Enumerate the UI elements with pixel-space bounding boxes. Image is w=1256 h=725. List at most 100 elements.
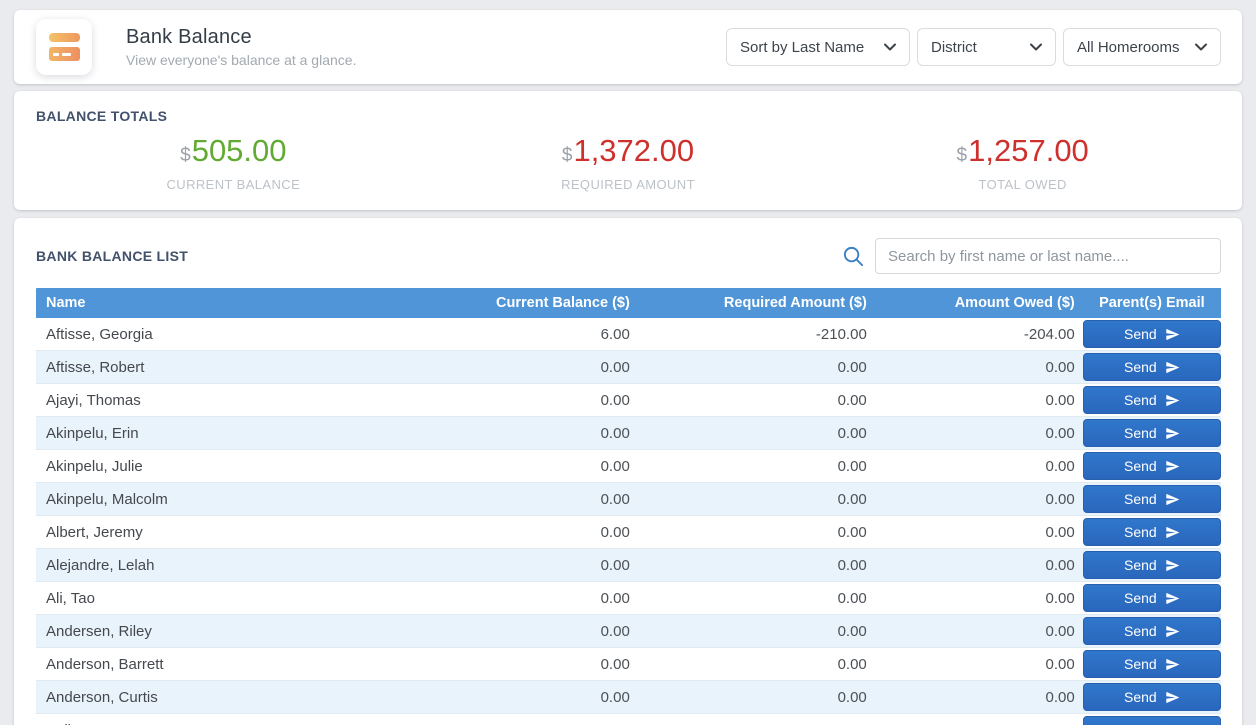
balance-totals-heading: BALANCE TOTALS — [36, 108, 1220, 124]
table-row: Ajayi, Thomas 0.00 0.00 0.00 Send — [36, 384, 1221, 417]
bank-balance-table: Name Current Balance ($) Required Amount… — [36, 288, 1221, 725]
paper-plane-icon — [1165, 393, 1180, 408]
stat-label: REQUIRED AMOUNT — [431, 177, 826, 192]
amount-owed-value: 0.00 — [875, 483, 1083, 516]
search-input[interactable] — [875, 238, 1221, 274]
stat-amount: $1,257.00 — [825, 133, 1220, 174]
send-email-button[interactable]: Send — [1083, 485, 1221, 513]
send-button-label: Send — [1124, 656, 1157, 672]
column-header-parents-email: Parent(s) Email — [1083, 288, 1221, 318]
stat-number: 1,372.00 — [573, 133, 694, 168]
required-amount-value: 0.00 — [638, 681, 875, 714]
amount-owed-value: -204.00 — [875, 318, 1083, 351]
send-button-label: Send — [1124, 524, 1157, 540]
stat-amount: $505.00 — [36, 133, 431, 174]
list-toolbar: BANK BALANCE LIST — [36, 238, 1221, 274]
send-email-button[interactable]: Send — [1083, 683, 1221, 711]
current-balance-value: 0.00 — [468, 549, 638, 582]
send-email-cell: Send — [1083, 483, 1221, 516]
paper-plane-icon — [1165, 492, 1180, 507]
chevron-down-icon — [1195, 43, 1207, 51]
student-name: Anderson, Barrett — [36, 648, 468, 681]
amount-owed-value: 0.00 — [875, 714, 1083, 725]
send-email-cell: Send — [1083, 549, 1221, 582]
required-amount-value: 0.00 — [638, 549, 875, 582]
stat-amount: $1,372.00 — [431, 133, 826, 174]
column-header-current-balance: Current Balance ($) — [468, 288, 638, 318]
send-button-label: Send — [1124, 359, 1157, 375]
required-amount-value: 0.00 — [638, 450, 875, 483]
table-row: Akinpelu, Julie 0.00 0.00 0.00 Send — [36, 450, 1221, 483]
student-name: Ajayi, Thomas — [36, 384, 468, 417]
district-select[interactable]: District — [917, 28, 1056, 66]
sort-select-value: Sort by Last Name — [740, 39, 864, 56]
table-row: Andersen, Riley 0.00 0.00 0.00 Send — [36, 615, 1221, 648]
stat-label: TOTAL OWED — [825, 177, 1220, 192]
current-balance-value: 0.00 — [468, 516, 638, 549]
table-row: Alejandre, Lelah 0.00 0.00 0.00 Send — [36, 549, 1221, 582]
table-row: Aftisse, Georgia 6.00 -210.00 -204.00 Se… — [36, 318, 1221, 351]
header-text: Bank Balance View everyone's balance at … — [126, 26, 356, 68]
credit-card-dash — [62, 53, 71, 56]
stat-number: 505.00 — [192, 133, 287, 168]
current-balance-value: 0.00 — [468, 384, 638, 417]
paper-plane-icon — [1165, 426, 1180, 441]
send-email-button[interactable]: Send — [1083, 650, 1221, 678]
paper-plane-icon — [1165, 591, 1180, 606]
send-email-cell: Send — [1083, 417, 1221, 450]
student-name: Akinpelu, Malcolm — [36, 483, 468, 516]
bank-balance-list-section: BANK BALANCE LIST Name Current Balance (… — [14, 218, 1242, 725]
bank-balance-list-heading: BANK BALANCE LIST — [36, 248, 188, 264]
send-email-button[interactable]: Send — [1083, 386, 1221, 414]
current-balance-value: 0.00 — [468, 681, 638, 714]
required-amount-value: 0.00 — [638, 615, 875, 648]
total-owed-total: $1,257.00 TOTAL OWED — [825, 133, 1220, 192]
required-amount-value: 0.00 — [638, 714, 875, 725]
current-balance-total: $505.00 CURRENT BALANCE — [36, 133, 431, 192]
send-email-cell: Send — [1083, 450, 1221, 483]
send-email-cell: Send — [1083, 384, 1221, 417]
send-email-button[interactable]: Send — [1083, 716, 1221, 725]
send-email-button[interactable]: Send — [1083, 518, 1221, 546]
search-area — [842, 238, 1221, 274]
amount-owed-value: 0.00 — [875, 384, 1083, 417]
send-email-button[interactable]: Send — [1083, 452, 1221, 480]
sort-select[interactable]: Sort by Last Name — [726, 28, 910, 66]
send-email-button[interactable]: Send — [1083, 617, 1221, 645]
homeroom-select[interactable]: All Homerooms — [1063, 28, 1221, 66]
table-header-row: Name Current Balance ($) Required Amount… — [36, 288, 1221, 318]
search-icon[interactable] — [842, 245, 865, 268]
required-amount-value: 0.00 — [638, 582, 875, 615]
chevron-down-icon — [1030, 43, 1042, 51]
balance-totals-section: BALANCE TOTALS $505.00 CURRENT BALANCE $… — [14, 91, 1242, 210]
filter-bar: Sort by Last Name District All Homerooms — [726, 28, 1221, 66]
column-header-amount-owed: Amount Owed ($) — [875, 288, 1083, 318]
current-balance-value: 0.00 — [468, 615, 638, 648]
column-header-name: Name — [36, 288, 468, 318]
stat-number: 1,257.00 — [968, 133, 1089, 168]
send-email-button[interactable]: Send — [1083, 419, 1221, 447]
amount-owed-value: 0.00 — [875, 648, 1083, 681]
amount-owed-value: 0.00 — [875, 450, 1083, 483]
amount-owed-value: 0.00 — [875, 582, 1083, 615]
send-email-button[interactable]: Send — [1083, 551, 1221, 579]
send-email-button[interactable]: Send — [1083, 320, 1221, 348]
send-email-cell: Send — [1083, 648, 1221, 681]
student-name: Ali, Tao — [36, 582, 468, 615]
send-email-button[interactable]: Send — [1083, 353, 1221, 381]
required-amount-value: 0.00 — [638, 483, 875, 516]
paper-plane-icon — [1165, 525, 1180, 540]
paper-plane-icon — [1165, 657, 1180, 672]
totals-row: $505.00 CURRENT BALANCE $1,372.00 REQUIR… — [36, 133, 1220, 192]
student-name: Akinpelu, Erin — [36, 417, 468, 450]
current-balance-value: 0.00 — [468, 714, 638, 725]
required-amount-value: 0.00 — [638, 516, 875, 549]
current-balance-value: 0.00 — [468, 648, 638, 681]
amount-owed-value: 0.00 — [875, 615, 1083, 648]
homeroom-select-value: All Homerooms — [1077, 39, 1180, 56]
send-email-cell: Send — [1083, 615, 1221, 648]
send-email-button[interactable]: Send — [1083, 584, 1221, 612]
currency-sign: $ — [180, 145, 191, 166]
send-button-label: Send — [1124, 623, 1157, 639]
required-amount-value: 0.00 — [638, 648, 875, 681]
